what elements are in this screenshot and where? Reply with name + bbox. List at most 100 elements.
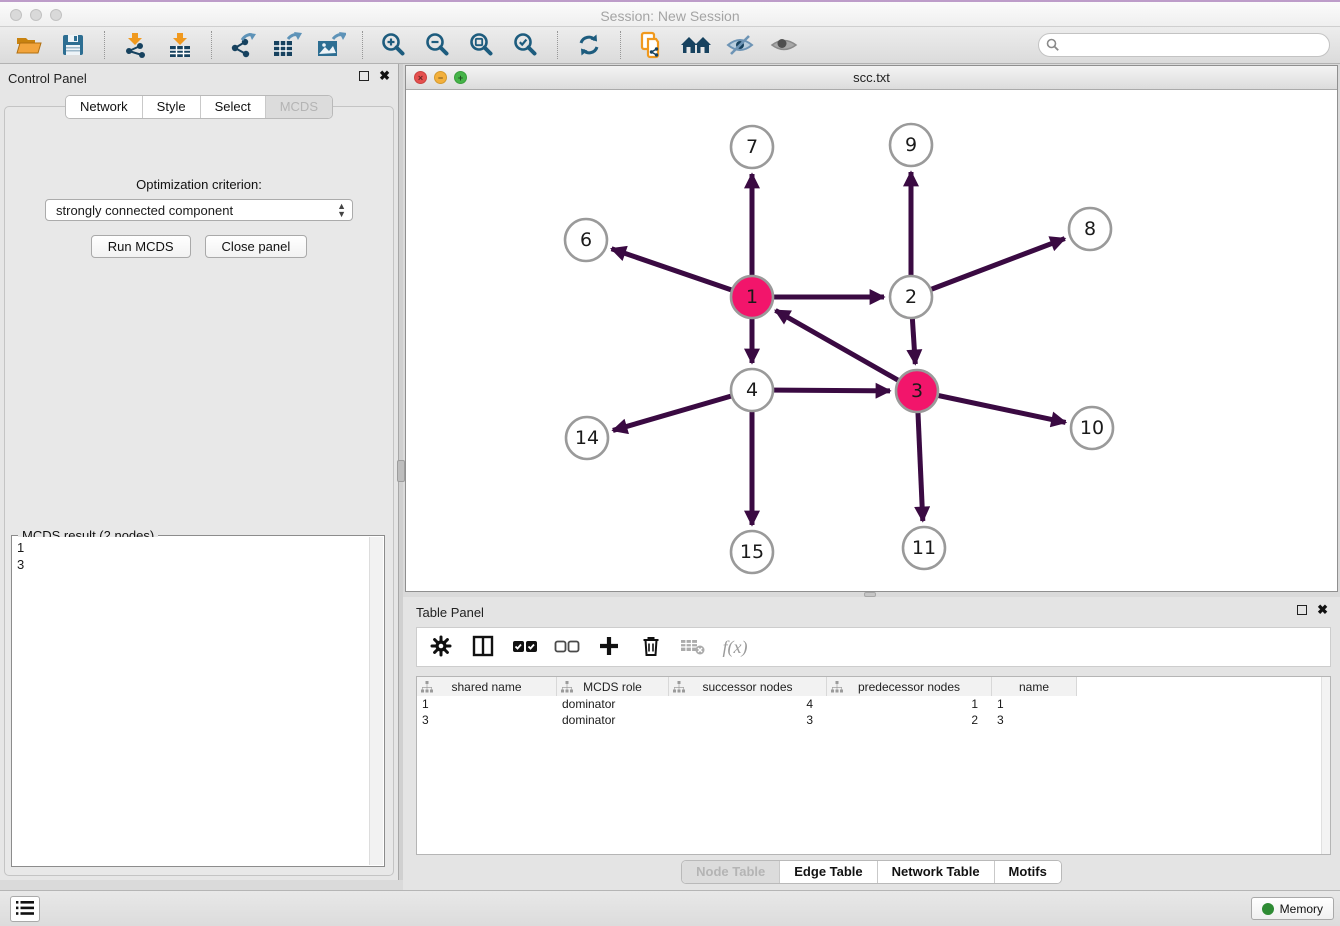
- export-table-icon: [272, 32, 302, 58]
- network-window: × − + scc.txt 7 9 6 8 1 2 4 3 14 10 15 11: [405, 65, 1338, 592]
- table-tab-edge-table[interactable]: Edge Table: [779, 861, 876, 883]
- graph-node-1[interactable]: 1: [731, 276, 773, 318]
- column-header-mcds-role[interactable]: MCDS role: [557, 677, 669, 696]
- cell-shared-name[interactable]: 3: [417, 712, 557, 728]
- graph-edge-3-10[interactable]: [917, 391, 1066, 422]
- mcds-result-scrollbar[interactable]: [369, 537, 383, 865]
- home-layout-button[interactable]: [677, 30, 715, 60]
- table-header-row: shared name MCDS role successor nodesprede…: [417, 677, 1330, 696]
- graph-node-label: 8: [1084, 218, 1096, 240]
- column-header-successor-nodes[interactable]: successor nodes: [669, 677, 827, 696]
- add-column-button[interactable]: [595, 633, 623, 661]
- save-session-button[interactable]: [54, 30, 92, 60]
- graph-node-15[interactable]: 15: [731, 531, 773, 573]
- cell-predecessor-nodes[interactable]: 2: [827, 712, 992, 728]
- float-panel-icon[interactable]: [359, 71, 369, 81]
- tab-select[interactable]: Select: [200, 96, 265, 118]
- mcds-result-box: MCDS result (2 nodes) 1 3: [11, 535, 385, 867]
- graph-node-6[interactable]: 6: [565, 219, 607, 261]
- graph-node-9[interactable]: 9: [890, 124, 932, 166]
- export-image-button[interactable]: [312, 30, 350, 60]
- column-header-shared-name[interactable]: shared name: [417, 677, 557, 696]
- graph-node-14[interactable]: 14: [566, 417, 608, 459]
- open-session-button[interactable]: [10, 30, 48, 60]
- select-all-rows-button[interactable]: [511, 633, 539, 661]
- graph-edge-3-1[interactable]: [775, 310, 917, 391]
- graph-node-11[interactable]: 11: [903, 527, 945, 569]
- zoom-out-icon: [425, 32, 451, 58]
- hide-details-button[interactable]: [721, 30, 759, 60]
- graph-node-7[interactable]: 7: [731, 126, 773, 168]
- table-row[interactable]: 1dominator411: [417, 696, 1330, 712]
- task-history-button[interactable]: [10, 896, 40, 922]
- cell-name[interactable]: 3: [992, 712, 1077, 728]
- memory-label: Memory: [1280, 902, 1323, 916]
- zoom-out-button[interactable]: [419, 30, 457, 60]
- cell-predecessor-nodes[interactable]: 1: [827, 696, 992, 712]
- memory-status-icon: [1262, 903, 1274, 915]
- table-settings-button[interactable]: [427, 633, 455, 661]
- delete-column-button[interactable]: [637, 633, 665, 661]
- graph-node-8[interactable]: 8: [1069, 208, 1111, 250]
- show-details-button[interactable]: [765, 30, 803, 60]
- cell-shared-name[interactable]: 1: [417, 696, 557, 712]
- zoom-fit-button[interactable]: [463, 30, 501, 60]
- function-builder-button[interactable]: f(x): [721, 633, 749, 661]
- titlebar: Session: New Session: [0, 0, 1340, 27]
- cell-successor-nodes[interactable]: 4: [669, 696, 827, 712]
- column-header-name[interactable]: name: [992, 677, 1077, 696]
- search-container: [1038, 33, 1330, 57]
- import-table-button[interactable]: [161, 30, 199, 60]
- import-network-button[interactable]: [117, 30, 155, 60]
- application-window: Session: New Session: [0, 0, 1340, 926]
- export-table-button[interactable]: [268, 30, 306, 60]
- work-area: × − + scc.txt 7968124314101511 Table Pan…: [403, 64, 1340, 890]
- network-canvas[interactable]: 7 9 6 8 1 2 4 3 14 10 15 11: [406, 90, 1337, 591]
- table-row[interactable]: 3dominator323: [417, 712, 1330, 728]
- plus-icon: [597, 634, 621, 661]
- split-view-button[interactable]: [469, 633, 497, 661]
- graph-node-10[interactable]: 10: [1071, 407, 1113, 449]
- criterion-select[interactable]: strongly connected component ▲▼: [45, 199, 353, 221]
- memory-button[interactable]: Memory: [1251, 897, 1334, 920]
- column-header-predecessor-nodes[interactable]: predecessor nodes: [827, 677, 992, 696]
- float-table-panel-icon[interactable]: [1297, 605, 1307, 615]
- close-table-panel-icon[interactable]: ✖: [1317, 605, 1328, 615]
- cell-mcds-role[interactable]: dominator: [557, 696, 669, 712]
- cell-successor-nodes[interactable]: 3: [669, 712, 827, 728]
- delete-table-button[interactable]: [679, 633, 707, 661]
- table-tab-node-table[interactable]: Node Table: [682, 861, 779, 883]
- zoom-in-button[interactable]: [375, 30, 413, 60]
- table-scrollbar[interactable]: [1321, 677, 1330, 854]
- table-tab-motifs[interactable]: Motifs: [994, 861, 1061, 883]
- network-window-titlebar[interactable]: × − + scc.txt: [406, 66, 1337, 90]
- graph-node-label: 6: [580, 229, 592, 251]
- session-title: Session: New Session: [0, 8, 1340, 24]
- refresh-button[interactable]: [570, 30, 608, 60]
- graph-node-4[interactable]: 4: [731, 369, 773, 411]
- search-input[interactable]: [1038, 33, 1330, 57]
- graph-node-3[interactable]: 3: [896, 370, 938, 412]
- column-header-label: shared name: [451, 680, 521, 694]
- close-panel-icon[interactable]: ✖: [379, 71, 390, 81]
- run-mcds-button[interactable]: Run MCDS: [91, 235, 191, 258]
- cell-mcds-role[interactable]: dominator: [557, 712, 669, 728]
- zoom-selected-button[interactable]: [507, 30, 545, 60]
- deselect-all-rows-button[interactable]: [553, 633, 581, 661]
- close-panel-button[interactable]: Close panel: [205, 235, 308, 258]
- node-table[interactable]: shared name MCDS role successor nodesprede…: [416, 676, 1331, 855]
- cell-name[interactable]: 1: [992, 696, 1077, 712]
- column-header-label: MCDS role: [583, 680, 642, 694]
- tab-network[interactable]: Network: [66, 96, 142, 118]
- open-folder-icon: [15, 33, 43, 57]
- toolbar-separator: [362, 31, 363, 59]
- mcds-result-text[interactable]: 1 3: [13, 537, 369, 865]
- tab-mcds[interactable]: MCDS: [265, 96, 332, 118]
- toolbar-separator: [104, 31, 105, 59]
- graph-node-2[interactable]: 2: [890, 276, 932, 318]
- graph-edge-2-8[interactable]: [911, 239, 1065, 297]
- clone-network-button[interactable]: [633, 30, 671, 60]
- tab-style[interactable]: Style: [142, 96, 200, 118]
- export-network-button[interactable]: [224, 30, 262, 60]
- table-tab-network-table[interactable]: Network Table: [877, 861, 994, 883]
